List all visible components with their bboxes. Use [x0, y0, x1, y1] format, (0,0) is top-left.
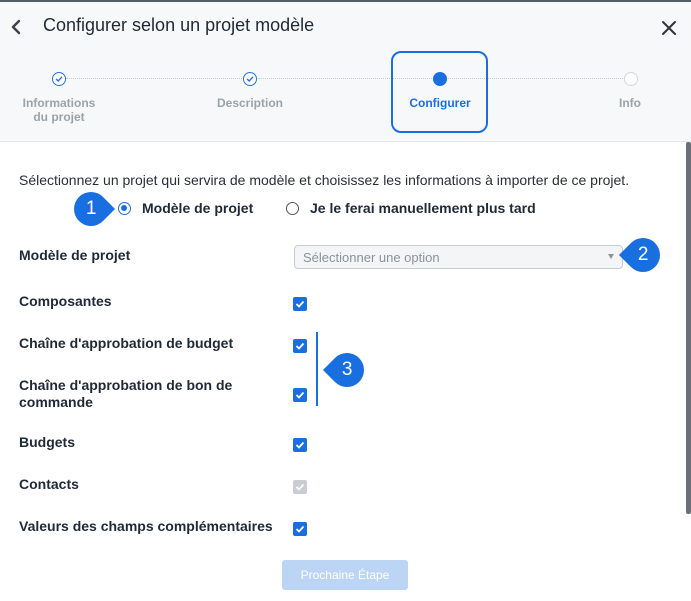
radio-option-template[interactable]: Modèle de projet — [118, 200, 253, 216]
scrollbar-thumb[interactable] — [686, 142, 691, 514]
option-label-components: Composantes — [19, 293, 112, 309]
caret-down-icon — [608, 254, 614, 259]
step-connector — [66, 78, 242, 79]
step-label-info[interactable]: Info — [600, 96, 660, 110]
checkbox-budget-approval[interactable] — [293, 339, 307, 353]
back-button[interactable] — [6, 16, 26, 38]
template-field-label: Modèle de projet — [19, 247, 131, 263]
check-icon — [246, 76, 254, 82]
check-icon — [295, 391, 305, 399]
intro-text: Sélectionnez un projet qui servira de mo… — [19, 172, 630, 188]
step-future-icon — [624, 72, 638, 86]
radio-label: Modèle de projet — [142, 200, 254, 216]
approval-group-bracket — [316, 332, 318, 406]
dialog-title: Configurer selon un projet modèle — [43, 15, 315, 35]
option-label-po-approval: Chaîne d'approbation de bon de commande — [19, 377, 233, 410]
checkbox-components[interactable] — [293, 297, 307, 311]
checkbox-custom-fields[interactable] — [293, 522, 307, 536]
template-select[interactable]: Sélectionner une option — [294, 245, 623, 269]
radio-label: Je le ferai manuellement plus tard — [310, 200, 536, 216]
dialog-header: Configurer selon un projet modèle — [0, 2, 691, 50]
option-label-budgets: Budgets — [19, 434, 75, 450]
radio-button-selected[interactable] — [118, 201, 131, 215]
option-label-budget-approval: Chaîne d'approbation de budget — [19, 335, 234, 351]
checkbox-contacts-disabled — [293, 480, 307, 494]
check-icon — [295, 441, 305, 449]
check-icon — [295, 300, 305, 308]
option-label-custom-fields: Valeurs des champs complémentaires — [19, 518, 273, 534]
check-icon — [295, 525, 305, 533]
radio-option-manual[interactable]: Je le ferai manuellement plus tard — [286, 200, 536, 216]
chevron-left-icon — [11, 19, 21, 35]
step-done-icon — [52, 72, 66, 86]
check-icon — [55, 76, 63, 82]
select-placeholder: Sélectionner une option — [303, 250, 440, 265]
check-icon — [295, 342, 305, 350]
checkbox-budgets[interactable] — [293, 438, 307, 452]
callout-badge-1: 1 — [66, 184, 116, 234]
current-step-highlight — [391, 51, 488, 133]
option-label-contacts: Contacts — [19, 476, 79, 492]
step-done-icon — [243, 72, 257, 86]
step-label-description[interactable]: Description — [200, 96, 300, 110]
callout-badge-3: 3 — [322, 345, 372, 395]
next-step-button[interactable]: Prochaine Étape — [282, 560, 408, 590]
close-icon — [662, 21, 676, 35]
step-label-informations[interactable]: Informations du projet — [14, 96, 104, 124]
radio-button[interactable] — [286, 201, 299, 215]
check-icon — [295, 483, 305, 491]
checkbox-po-approval[interactable] — [293, 388, 307, 402]
close-button[interactable] — [658, 17, 680, 39]
callout-badge-2: 2 — [618, 230, 668, 280]
